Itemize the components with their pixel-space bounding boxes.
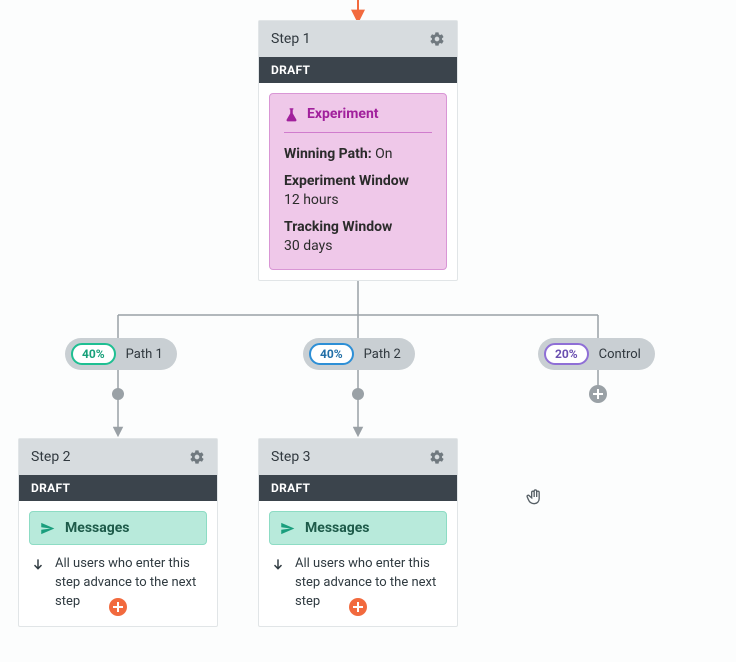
- step-3-header: Step 3: [259, 439, 457, 475]
- flask-icon: [284, 107, 299, 122]
- winning-path-value: On: [375, 146, 392, 162]
- experiment-panel: Experiment Winning Path: On Experiment W…: [269, 93, 447, 270]
- arrow-down-icon: [271, 557, 285, 578]
- experiment-window-label: Experiment Window: [284, 172, 432, 191]
- messages-label: Messages: [65, 520, 129, 536]
- step-1-header: Step 1: [259, 21, 457, 57]
- step-2-status: DRAFT: [19, 475, 217, 501]
- control-pill[interactable]: 20% Control: [538, 338, 655, 370]
- tracking-window-label: Tracking Window: [284, 218, 432, 237]
- path-2-pct: 40%: [309, 343, 354, 365]
- path-1-pill[interactable]: 40% Path 1: [65, 338, 177, 370]
- add-step-below-2-button[interactable]: [109, 598, 127, 616]
- add-step-below-3-button[interactable]: [349, 598, 367, 616]
- messages-label: Messages: [305, 520, 369, 536]
- step-1-title: Step 1: [271, 31, 311, 47]
- step-3-description: All users who enter this step advance to…: [295, 555, 445, 612]
- step-1-card[interactable]: Step 1 DRAFT Experiment Winning Path: On…: [258, 20, 458, 281]
- add-step-control-button[interactable]: [589, 385, 607, 403]
- gear-icon[interactable]: [429, 31, 445, 47]
- path-2-pill[interactable]: 40% Path 2: [303, 338, 415, 370]
- path-1-pct: 40%: [71, 343, 116, 365]
- arrow-down-icon: [31, 557, 45, 578]
- gear-icon[interactable]: [189, 449, 205, 465]
- gear-icon[interactable]: [429, 449, 445, 465]
- paper-plane-icon: [40, 521, 55, 536]
- step-3-title: Step 3: [271, 449, 311, 465]
- path-1-label: Path 1: [126, 347, 163, 362]
- step-2-title: Step 2: [31, 449, 71, 465]
- pan-cursor-icon: [525, 487, 545, 511]
- winning-path-label: Winning Path:: [284, 146, 372, 162]
- experiment-heading: Experiment: [307, 106, 379, 122]
- path-2-label: Path 2: [364, 347, 401, 362]
- messages-chip[interactable]: Messages: [29, 511, 207, 545]
- control-label: Control: [599, 347, 641, 362]
- step-2-description: All users who enter this step advance to…: [55, 555, 205, 612]
- step-3-status: DRAFT: [259, 475, 457, 501]
- messages-chip[interactable]: Messages: [269, 511, 447, 545]
- tracking-window-value: 30 days: [284, 237, 432, 256]
- paper-plane-icon: [280, 521, 295, 536]
- step-2-header: Step 2: [19, 439, 217, 475]
- step-1-status: DRAFT: [259, 57, 457, 83]
- experiment-window-value: 12 hours: [284, 191, 432, 210]
- control-pct: 20%: [544, 343, 589, 365]
